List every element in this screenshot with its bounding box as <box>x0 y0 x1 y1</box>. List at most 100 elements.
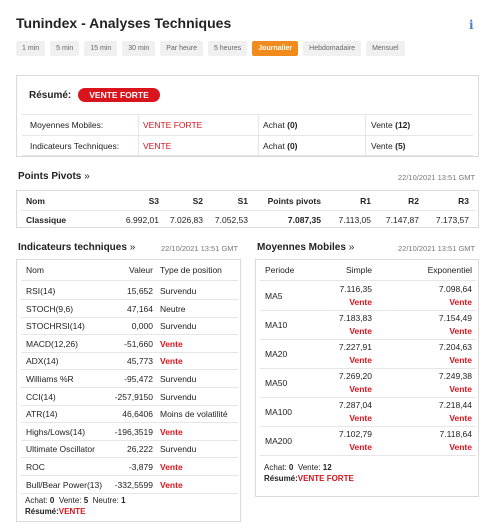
indicators-header-valeur: Valeur <box>129 265 153 275</box>
ma-row: MA20 7.227,91 Vente 7.204,63 Vente <box>260 340 476 369</box>
indicator-position: Vente <box>160 479 183 490</box>
indicator-row: MACD(12,26) -51,660 Vente <box>21 335 238 353</box>
indicators-title: Indicateurs techniques <box>18 242 127 253</box>
indicator-position: Survendu <box>160 286 197 296</box>
ma-exp-signal: Vente <box>449 384 472 394</box>
indicator-position: Moins de volatilité <box>160 409 228 420</box>
pivot-cell-nom: Classique <box>26 215 67 225</box>
ma-exp-value: 7.218,44 <box>438 400 472 410</box>
indicator-position: Vente <box>160 338 183 349</box>
timeframe-tabs: 1 min 5 min 15 min 30 min Par heure 5 he… <box>16 41 405 56</box>
indicators-table: Nom Valeur Type de position RSI(14) 15,65… <box>16 259 241 522</box>
indicator-row: Williams %R -95,472 Survendu <box>21 370 238 388</box>
tab-journalier[interactable]: Journalier <box>252 41 299 56</box>
tab-1min[interactable]: 1 min <box>16 41 46 56</box>
ma-exp-value: 7.249,38 <box>438 371 472 381</box>
ma-exp-signal: Vente <box>449 326 472 336</box>
tab-15min[interactable]: 15 min <box>84 41 118 56</box>
pivot-header-s2: S2 <box>192 196 203 206</box>
ma-simple-signal: Vente <box>349 442 372 452</box>
ma-simple-value: 7.269,20 <box>338 371 372 381</box>
ma-period: MA10 <box>265 320 288 330</box>
pivot-cell-pp: 7.087,35 <box>287 215 321 225</box>
pivot-cell-r3: 7.173,57 <box>435 215 469 225</box>
ma-row: MA50 7.269,20 Vente 7.249,38 Vente <box>260 369 476 398</box>
ma-row: MA100 7.287,04 Vente 7.218,44 Vente <box>260 398 476 427</box>
indicator-row: STOCHRSI(14) 0,000 Survendu <box>21 317 238 336</box>
indicators-header-row: Nom Valeur Type de position <box>21 260 238 281</box>
summary-badge: VENTE FORTE <box>78 88 160 102</box>
summary-row-signal: VENTE FORTE <box>143 120 203 130</box>
ma-simple-signal: Vente <box>349 297 372 307</box>
ma-exp-value: 7.098,64 <box>438 284 472 294</box>
pivots-title-link[interactable]: Points Pivots » <box>18 171 90 182</box>
ma-simple-value: 7.227,91 <box>338 342 372 352</box>
indicator-row: RSI(14) 15,652 Survendu <box>21 282 238 300</box>
ma-period: MA20 <box>265 349 288 359</box>
chevron-right-icon: » <box>129 242 136 253</box>
ma-exp-signal: Vente <box>449 442 472 452</box>
ma-period: MA100 <box>265 407 292 417</box>
ma-simple-signal: Vente <box>349 355 372 365</box>
indicator-position: Survendu <box>160 444 197 455</box>
tab-hebdomadaire[interactable]: Hebdomadaire <box>303 41 362 56</box>
indicator-name: Bull/Bear Power(13) <box>26 479 103 490</box>
ma-title-link[interactable]: Moyennes Mobiles » <box>257 242 354 253</box>
indicator-name: STOCHRSI(14) <box>26 321 85 332</box>
tab-5heures[interactable]: 5 heures <box>208 41 248 56</box>
indicator-position: Neutre <box>160 303 186 314</box>
pivot-cell-r2: 7.147,87 <box>385 215 419 225</box>
indicator-value: 26,222 <box>127 444 153 455</box>
summary-row-achat: Achat (0) <box>263 141 298 151</box>
ma-header-periode: Periode <box>265 265 295 275</box>
ma-exp-value: 7.204,63 <box>438 342 472 352</box>
summary-row-vente: Vente (12) <box>371 120 411 130</box>
summary-row-achat: Achat (0) <box>263 120 298 130</box>
indicator-row: ROC -3,879 Vente <box>21 458 238 476</box>
ma-period: MA5 <box>265 291 283 301</box>
indicator-position: Survendu <box>160 374 197 384</box>
pivot-cell-r1: 7.113,05 <box>338 215 371 225</box>
ma-header-simple: Simple <box>346 265 372 275</box>
summary-label: Résumé: <box>29 89 72 101</box>
pivots-table: Nom S3 S2 S1 Points pivots R1 R2 R3 Clas… <box>16 190 479 228</box>
indicators-header-position: Type de position <box>160 265 222 275</box>
indicator-name: STOCH(9,6) <box>26 303 74 314</box>
indicator-value: -51,660 <box>124 338 153 349</box>
indicator-name: CCI(14) <box>26 391 56 402</box>
indicator-value: -196,3519 <box>114 426 153 437</box>
summary-row-indicators: Indicateurs Techniques: VENTE Achat (0) … <box>22 135 473 156</box>
pivot-header-nom: Nom <box>26 196 45 206</box>
ma-exp-signal: Vente <box>449 413 472 423</box>
indicator-name: ADX(14) <box>26 356 59 367</box>
pivot-cell-s2: 7.026,83 <box>169 215 203 225</box>
ma-row: MA10 7.183,83 Vente 7.154,49 Vente <box>260 311 476 340</box>
indicator-row: Ultimate Oscillator 26,222 Survendu <box>21 440 238 459</box>
ma-simple-value: 7.116,35 <box>339 284 372 294</box>
indicator-row: STOCH(9,6) 47,164 Neutre <box>21 300 238 318</box>
indicators-summary: Achat: 0 Vente: 5 Neutre: 1 Résumé:VENTE <box>25 496 126 516</box>
indicator-row: ADX(14) 45,773 Vente <box>21 352 238 371</box>
tab-5min[interactable]: 5 min <box>50 41 80 56</box>
indicators-title-link[interactable]: Indicateurs techniques » <box>18 242 135 253</box>
indicator-row: CCI(14) -257,9150 Survendu <box>21 388 238 406</box>
indicator-name: ATR(14) <box>26 409 58 420</box>
pivot-cell-s1: 7.052,53 <box>214 215 248 225</box>
indicator-name: ROC <box>26 462 45 472</box>
indicator-name: MACD(12,26) <box>26 338 78 349</box>
tab-30min[interactable]: 30 min <box>122 41 156 56</box>
indicator-value: -257,9150 <box>114 391 153 402</box>
indicator-value: -332,5599 <box>114 479 153 490</box>
ma-header-row: Periode Simple Exponentiel <box>260 260 476 281</box>
indicator-name: Highs/Lows(14) <box>26 426 86 437</box>
ma-exp-signal: Vente <box>449 355 472 365</box>
pivot-header-r3: R3 <box>458 196 469 206</box>
tab-mensuel[interactable]: Mensuel <box>366 41 405 56</box>
indicator-row: Highs/Lows(14) -196,3519 Vente <box>21 423 238 441</box>
indicator-value: 0,000 <box>131 321 153 332</box>
indicators-timestamp: 22/10/2021 13:51 GMT <box>161 244 239 253</box>
pivot-header-r1: R1 <box>360 196 371 206</box>
ma-exp-value: 7.154,49 <box>438 313 472 323</box>
tab-par-heure[interactable]: Par heure <box>160 41 204 56</box>
info-icon[interactable]: i <box>469 18 474 32</box>
